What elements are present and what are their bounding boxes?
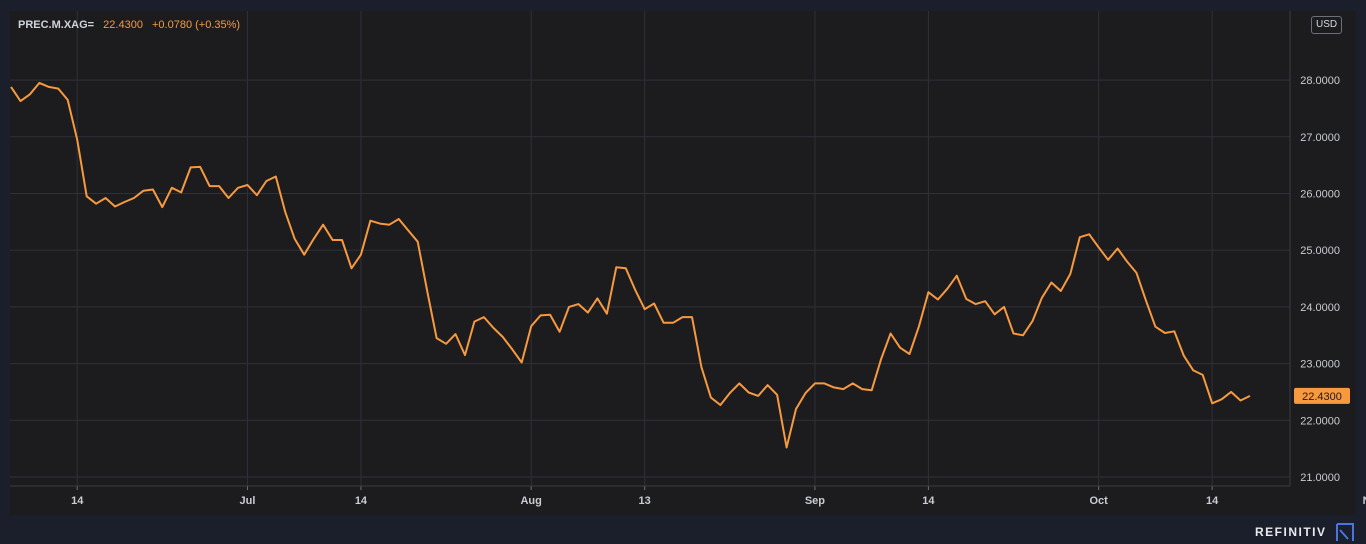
last-value-label: 22.4300 bbox=[1302, 391, 1342, 403]
refinitiv-logo-icon bbox=[1336, 523, 1354, 541]
price-change: +0.0780 (+0.35%) bbox=[152, 19, 241, 31]
x-tick-label: Aug bbox=[520, 495, 541, 507]
x-tick-label: 14 bbox=[922, 495, 935, 507]
y-tick-label: 23.0000 bbox=[1300, 359, 1340, 371]
grid bbox=[10, 11, 1290, 486]
series-line[interactable] bbox=[10, 81, 1251, 449]
x-tick-label: Nov bbox=[1363, 495, 1366, 507]
x-tick-label: 14 bbox=[355, 495, 368, 507]
x-tick-label: 14 bbox=[1206, 495, 1219, 507]
y-tick-label: 28.0000 bbox=[1300, 75, 1340, 87]
y-tick-label: 21.0000 bbox=[1300, 472, 1340, 484]
x-tick-label: Sep bbox=[805, 495, 825, 507]
chart-window: 21.0000 22.0000 23.0000 24.0000 25.0000 26.00… bbox=[0, 0, 1366, 544]
x-tick-label: 14 bbox=[71, 495, 84, 507]
last-price: 22.4300 bbox=[103, 19, 143, 31]
y-tick-label: 25.0000 bbox=[1300, 245, 1340, 257]
y-tick-label: 27.0000 bbox=[1300, 132, 1340, 144]
price-chart[interactable]: 21.0000 22.0000 23.0000 24.0000 25.0000 26.00… bbox=[0, 0, 1366, 544]
y-tick-label: 22.0000 bbox=[1300, 415, 1340, 427]
series[interactable] bbox=[10, 81, 1251, 449]
tick-labels: 21.0000 22.0000 23.0000 24.0000 25.0000 26.00… bbox=[71, 75, 1366, 507]
instrument-symbol: PREC.M.XAG= bbox=[18, 19, 95, 31]
currency-badge[interactable]: USD bbox=[1311, 16, 1343, 34]
x-tick-label: Oct bbox=[1089, 495, 1108, 507]
y-tick-label: 26.0000 bbox=[1300, 189, 1340, 201]
y-tick-label: 24.0000 bbox=[1300, 302, 1340, 314]
series-legend: PREC.M.XAG= 22.4300 +0.0780 (+0.35%) bbox=[18, 19, 240, 31]
brand-name: REFINITIV bbox=[1255, 525, 1327, 539]
x-tick-label: Jul bbox=[239, 495, 255, 507]
x-tick-label: 13 bbox=[639, 495, 651, 507]
